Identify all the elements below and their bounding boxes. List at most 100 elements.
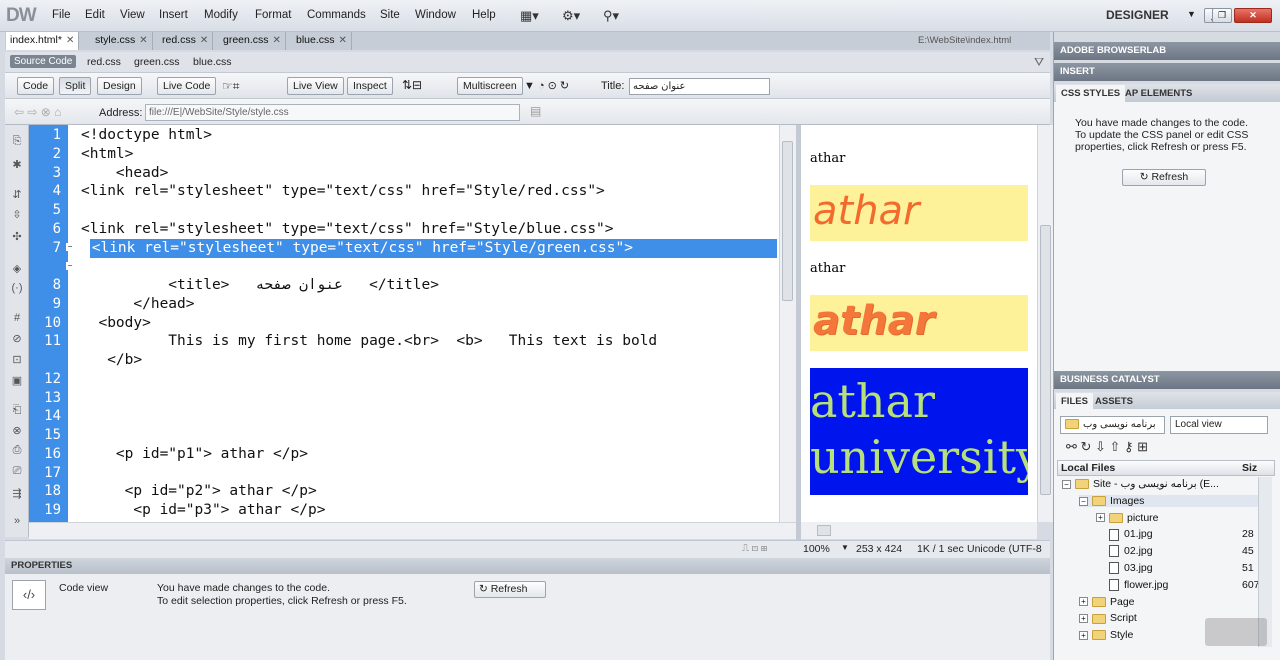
back-forward-icon[interactable]: ⇦ ⇨ ⊗ ⌂	[14, 105, 61, 119]
site-select[interactable]: برنامه نویسی وب	[1060, 416, 1165, 434]
view-select[interactable]: Local view	[1170, 416, 1268, 434]
zoom-select[interactable]: 100%	[803, 543, 830, 555]
expand-icon[interactable]: +	[1079, 597, 1088, 607]
address-input[interactable]: file:///E|/WebSite/Style/style.css	[145, 104, 520, 121]
source-code-button[interactable]: Source Code	[10, 55, 77, 68]
files-toolbar-icons[interactable]: ⚯ ↻ ⇩ ⇧ ⚷ ⊞	[1066, 439, 1148, 455]
close-icon[interactable]: ✕	[339, 35, 347, 46]
more-icon[interactable]: »	[9, 515, 25, 527]
tree-file[interactable]: flower.jpg	[1096, 579, 1258, 592]
expand-icon[interactable]: +	[1079, 614, 1088, 624]
collapse-icon[interactable]: −	[66, 243, 74, 251]
tree-file[interactable]: 01.jpg	[1096, 528, 1258, 541]
layout-icon[interactable]: ▦▾	[520, 8, 539, 24]
menu-window[interactable]: Window	[415, 9, 456, 21]
close-icon[interactable]: ✕	[139, 35, 147, 46]
show-code-navigator-icon[interactable]: ✱	[9, 158, 25, 171]
open-documents-icon[interactable]: ⎘	[9, 135, 25, 148]
browserlab-panel-header[interactable]: ADOBE BROWSERLAB	[1054, 42, 1280, 60]
recent-snippets-icon[interactable]: ⎚	[9, 465, 25, 478]
multiscreen-button[interactable]: Multiscreen	[457, 77, 523, 95]
filter-icon[interactable]: ⛛	[1034, 55, 1044, 70]
business-catalyst-header[interactable]: BUSINESS CATALYST	[1054, 371, 1280, 389]
inspect-icon[interactable]: ☞⌗	[222, 79, 240, 94]
wrap-tag-icon[interactable]: ⎙	[9, 444, 25, 457]
chevron-down-icon[interactable]: ▼	[841, 543, 849, 552]
tree-folder[interactable]: − Site - برنامه نویسی وب (E...	[1062, 478, 1258, 490]
debug-icon[interactable]: ⇅⊟	[402, 78, 422, 92]
tab-red-css[interactable]: red.css ✕	[158, 32, 214, 50]
live-code-button[interactable]: Live Code	[157, 77, 217, 95]
collapse-icon[interactable]: −	[1079, 496, 1088, 506]
tool-icons[interactable]: ⎍ ⊡ ⊞	[742, 543, 767, 554]
menu-insert[interactable]: Insert	[159, 9, 188, 21]
design-horizontal-scrollbar[interactable]	[801, 522, 1037, 539]
tab-css-styles[interactable]: CSS STYLES	[1056, 85, 1126, 102]
workspace-switcher[interactable]: DESIGNER	[1106, 8, 1169, 22]
properties-header[interactable]	[5, 558, 1050, 574]
related-file-red[interactable]: red.css	[87, 56, 121, 68]
expand-icon[interactable]: +	[1079, 630, 1088, 640]
remove-comment-icon[interactable]: ⊗	[9, 424, 25, 437]
inspect-button[interactable]: Inspect	[347, 77, 393, 95]
code-view-button[interactable]: Code	[17, 77, 55, 95]
collapse-icon[interactable]: −	[66, 262, 74, 270]
collapse-icon[interactable]: −	[1062, 479, 1071, 489]
related-file-blue[interactable]: blue.css	[193, 56, 232, 68]
line-numbers-icon[interactable]: #	[9, 312, 25, 324]
live-view-button[interactable]: Live View	[287, 77, 344, 95]
tab-blue-css[interactable]: blue.css ✕	[292, 32, 352, 50]
indent-icon[interactable]: ⇶	[9, 487, 25, 500]
menu-modify[interactable]: Modify	[204, 9, 238, 21]
balance-braces-icon[interactable]: (·)	[9, 282, 25, 294]
code-horizontal-scrollbar[interactable]	[29, 522, 796, 539]
tab-ap-elements[interactable]: AP ELEMENTS	[1120, 85, 1197, 102]
tree-file[interactable]: 03.jpg	[1096, 562, 1258, 575]
tab-index-html[interactable]: index.html* ✕	[6, 32, 80, 50]
tree-folder[interactable]: + Page	[1079, 596, 1258, 608]
menu-format[interactable]: Format	[255, 9, 291, 21]
expand-icon[interactable]: +	[1096, 513, 1105, 523]
split-view-button[interactable]: Split	[59, 77, 92, 95]
menu-site[interactable]: Site	[380, 9, 400, 21]
close-icon[interactable]: ✕	[273, 35, 281, 46]
close-icon[interactable]: ✕	[66, 35, 74, 46]
close-button[interactable]: ✕	[1234, 8, 1272, 23]
menu-help[interactable]: Help	[472, 9, 496, 21]
related-file-green[interactable]: green.css	[134, 56, 180, 68]
tab-files[interactable]: FILES	[1056, 393, 1093, 410]
apply-comment-icon[interactable]: ⎗	[9, 404, 25, 417]
tab-style-css[interactable]: style.css ✕	[91, 32, 153, 50]
title-input[interactable]: عنوان صفحه	[629, 78, 770, 95]
tree-file[interactable]: 02.jpg	[1096, 545, 1258, 558]
collapse-selection-icon[interactable]: ⇳	[9, 208, 25, 221]
tree-folder[interactable]: + picture	[1096, 512, 1258, 524]
expand-all-icon[interactable]: ✣	[9, 230, 25, 243]
code-vertical-scrollbar[interactable]	[779, 125, 796, 522]
select-parent-tag-icon[interactable]: ◈	[9, 262, 25, 275]
word-wrap-icon[interactable]: ▣	[9, 374, 25, 387]
browse-icon[interactable]: ▤	[530, 104, 541, 118]
gear-icon[interactable]: ⚙▾	[562, 8, 580, 24]
menu-view[interactable]: View	[120, 9, 145, 21]
menu-file[interactable]: File	[52, 9, 71, 21]
chevron-down-icon[interactable]: ▼ ◔ ⊙ ↻	[524, 79, 569, 92]
window-size[interactable]: 253 x 424	[856, 543, 902, 555]
collapse-tag-icon[interactable]: ⇵	[9, 188, 25, 201]
site-tree-icon[interactable]: ⚲▾	[603, 8, 619, 24]
insert-panel-header[interactable]: INSERT	[1054, 63, 1280, 81]
chevron-down-icon[interactable]: ▼	[1187, 9, 1196, 19]
css-refresh-button[interactable]: ↻ Refresh	[1122, 169, 1206, 186]
menu-edit[interactable]: Edit	[85, 9, 105, 21]
design-view-button[interactable]: Design	[97, 77, 142, 95]
close-icon[interactable]: ✕	[200, 35, 208, 46]
menu-commands[interactable]: Commands	[307, 9, 366, 21]
highlight-invalid-icon[interactable]: ⊘	[9, 332, 25, 345]
properties-refresh-button[interactable]: ↻ Refresh	[474, 581, 546, 598]
tree-folder[interactable]: − Images	[1079, 494, 1258, 507]
syntax-error-icon[interactable]: ⊡	[9, 353, 25, 366]
design-vertical-scrollbar[interactable]	[1037, 125, 1053, 522]
tab-assets[interactable]: ASSETS	[1090, 393, 1138, 410]
tab-green-css[interactable]: green.css ✕	[219, 32, 286, 50]
restore-button[interactable]: ❐	[1212, 8, 1232, 23]
